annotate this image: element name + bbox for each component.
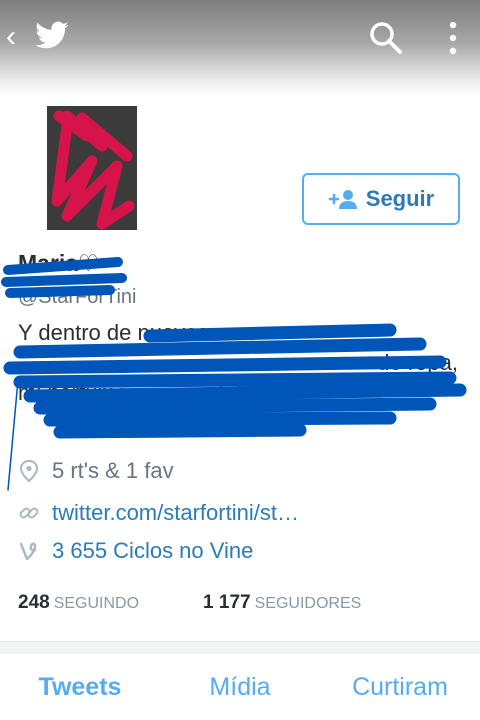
following-value: 248 [18, 592, 50, 613]
profile-bio: Y dentro de nuevos de ropa, mi perfume, … [18, 318, 458, 408]
followers-count[interactable]: 1 177 SEGUIDORES [203, 592, 361, 614]
bio-line: de ropa, [377, 350, 458, 375]
avatar-scribble-mark [47, 106, 137, 230]
location-text: 5 rt's & 1 fav [52, 458, 174, 483]
followers-label: SEGUIDORES [254, 595, 362, 612]
more-vertical-icon[interactable] [440, 18, 466, 58]
followers-value: 1 177 [203, 592, 251, 613]
profile-avatar[interactable] [47, 106, 137, 230]
vine-loops-link[interactable]: 3 655 Ciclos no Vine [52, 538, 253, 564]
following-label: SEGUINDO [53, 595, 140, 612]
search-icon[interactable] [366, 18, 406, 58]
twitter-bird-icon[interactable] [32, 18, 72, 54]
follow-stats: 248 SEGUINDO 1 177 SEGUIDORES [18, 592, 361, 614]
back-chevron-icon[interactable]: ‹ [6, 22, 16, 52]
bio-line: Y dentro de nuevos [18, 320, 209, 345]
add-user-icon [328, 190, 357, 209]
profile-vine[interactable]: 3 655 Ciclos no Vine [18, 538, 253, 564]
profile-location: 5 rt's & 1 fav [18, 458, 174, 484]
bio-line: mi perfume, un canal de You [18, 380, 297, 405]
follow-button-label: Seguir [365, 186, 435, 211]
profile-website[interactable]: twitter.com/starfortini/st… [18, 500, 299, 526]
top-app-bar: ‹ [0, 0, 480, 96]
following-count[interactable]: 248 SEGUINDO [18, 592, 139, 614]
link-icon [19, 507, 39, 519]
profile-tabs: Tweets Mídia Curtiram [0, 654, 480, 713]
profile-name: Maria♡ [18, 250, 99, 276]
location-pin-icon [19, 459, 39, 483]
tab-likes[interactable]: Curtiram [320, 654, 480, 713]
tab-media[interactable]: Mídia [160, 654, 320, 713]
website-link[interactable]: twitter.com/starfortini/st… [52, 500, 299, 526]
section-divider [0, 641, 480, 654]
tab-tweets[interactable]: Tweets [0, 654, 160, 713]
profile-handle: @StarForTini [18, 286, 137, 308]
follow-button[interactable]: Seguir [302, 173, 460, 225]
vine-icon [19, 542, 37, 561]
